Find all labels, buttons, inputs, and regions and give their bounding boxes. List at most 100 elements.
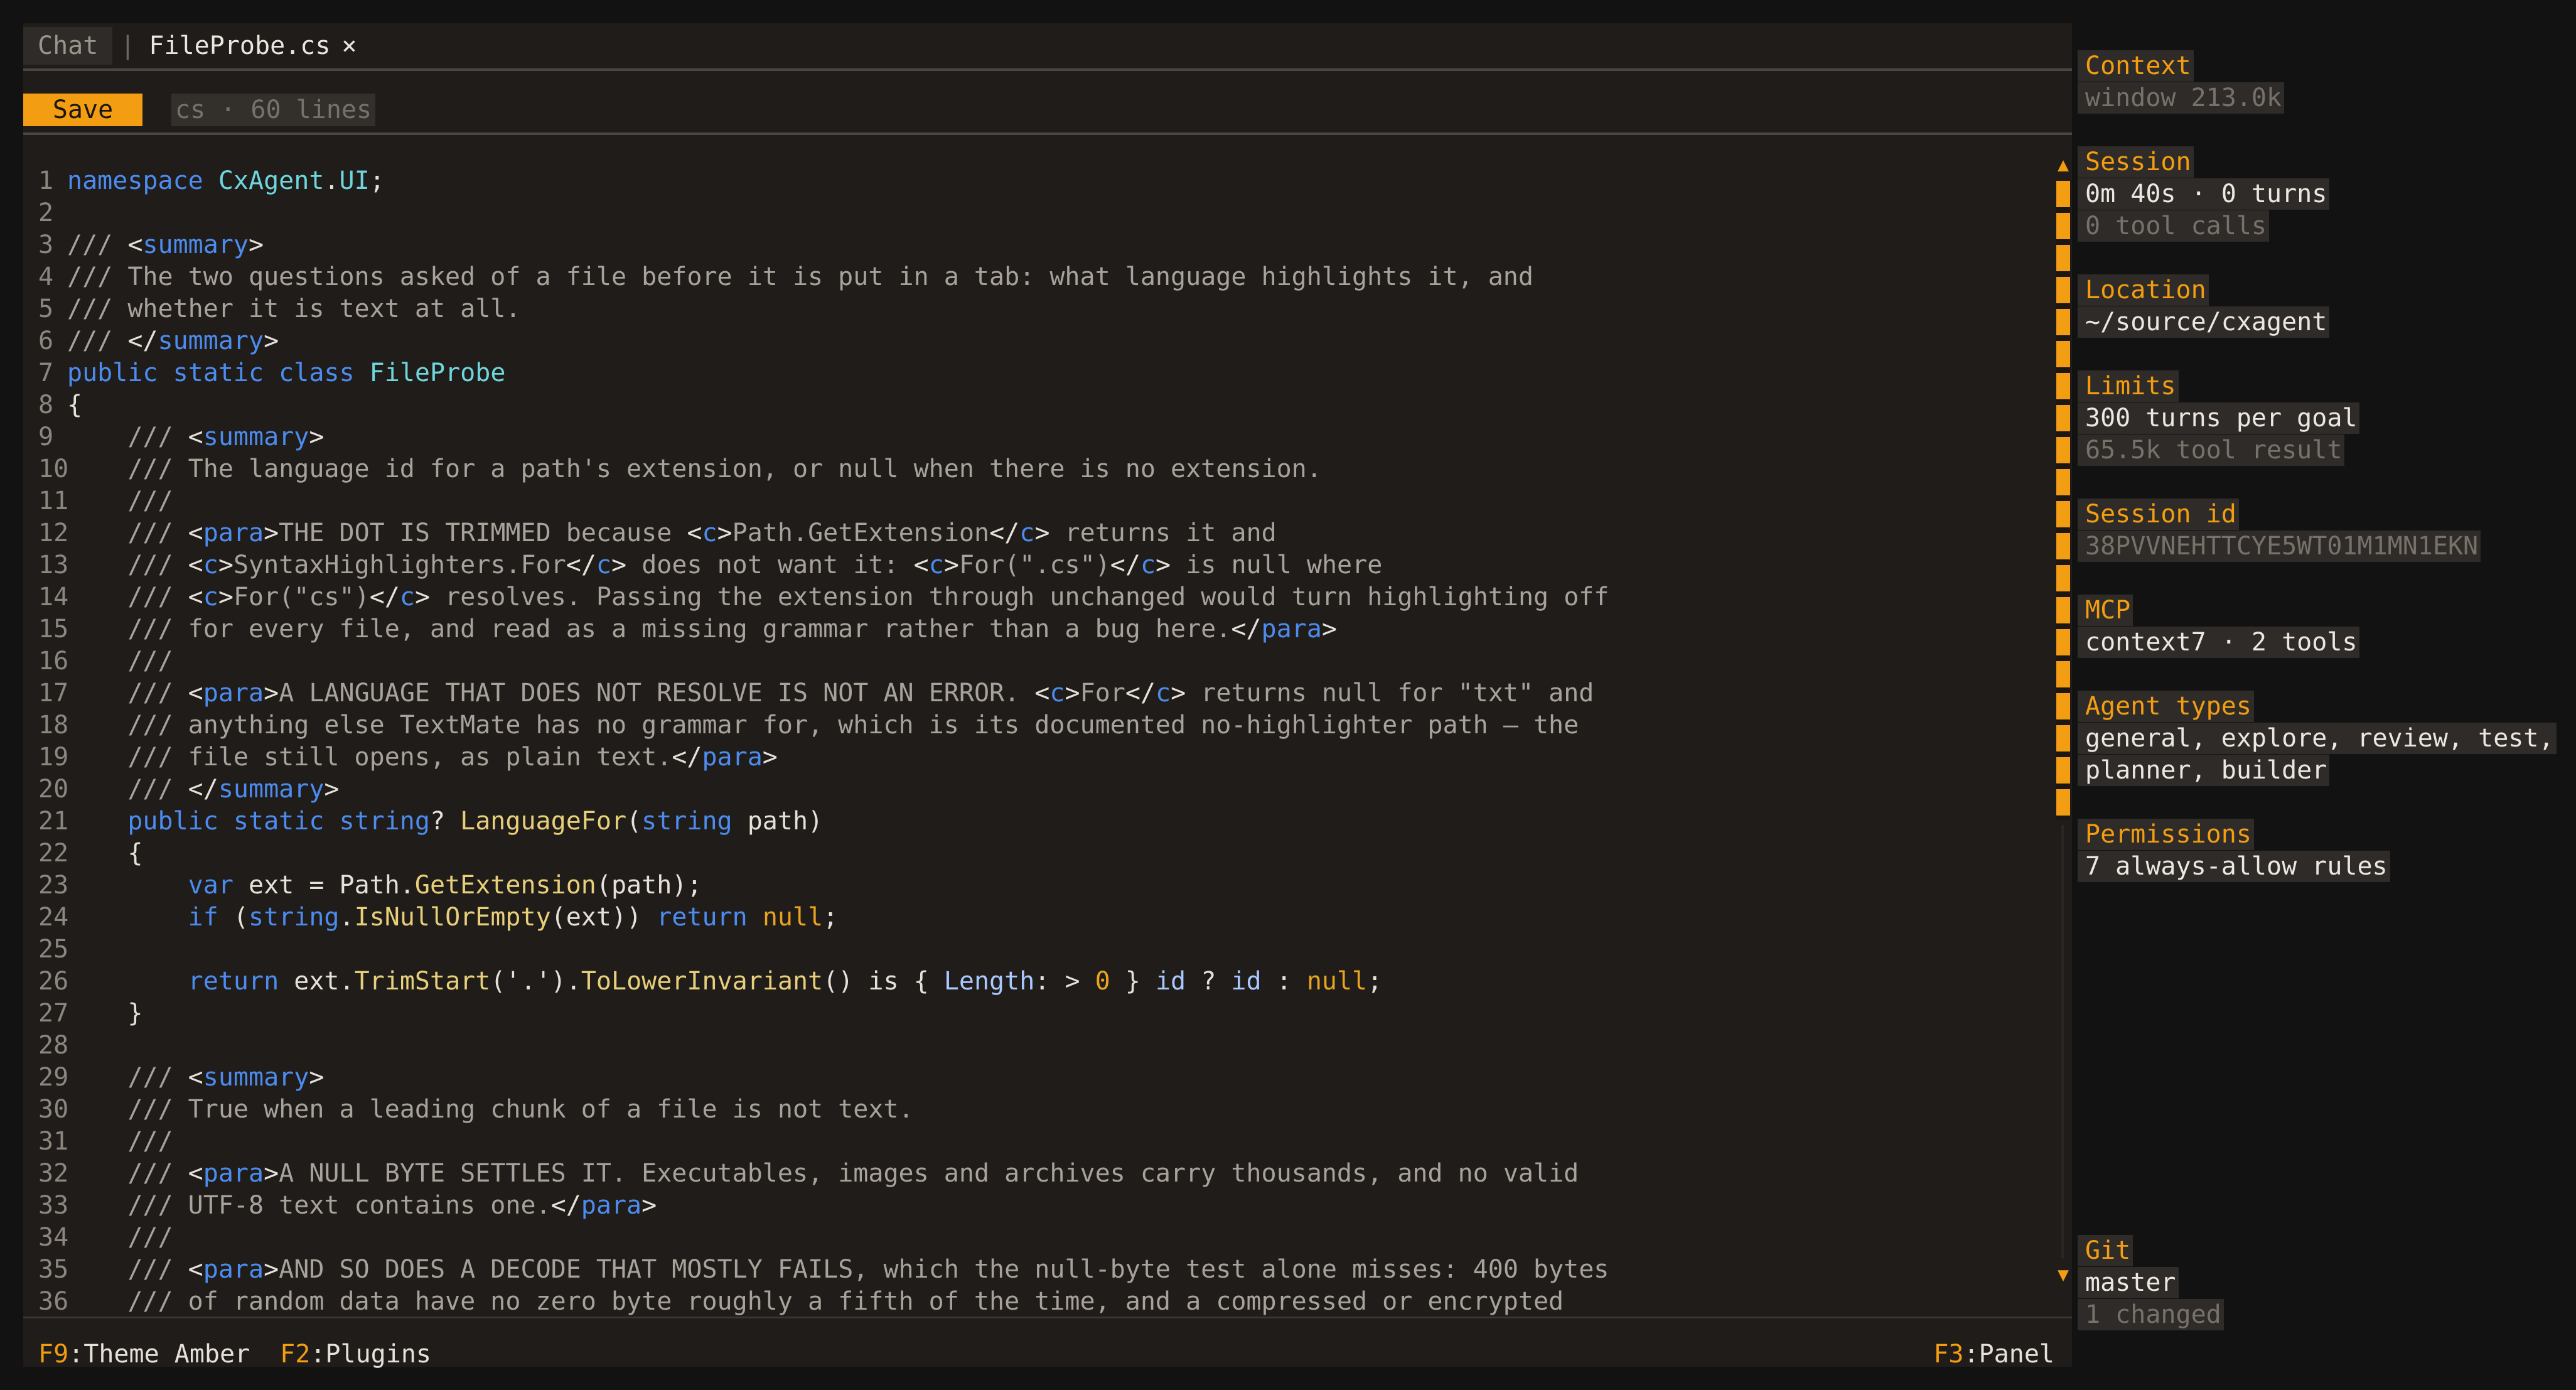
code-line[interactable]: 19 /// file still opens, as plain text.<… [23, 741, 2072, 773]
code-text: /// [127, 1223, 173, 1252]
line-number: 19 [38, 743, 69, 772]
scrollbar-thumb[interactable] [2056, 181, 2070, 820]
code-line[interactable]: 2 [23, 197, 2072, 229]
panel-shortcut[interactable]: F3:Panel [1933, 1342, 2054, 1367]
close-icon[interactable]: × [341, 31, 357, 60]
agent-types-line2: planner, builder [2078, 755, 2330, 786]
code-line[interactable]: 28 [23, 1030, 2072, 1062]
line-number: 32 [38, 1159, 69, 1188]
line-number: 13 [38, 551, 69, 579]
divider [23, 68, 2072, 71]
code-line[interactable]: 5 /// whether it is text at all. [23, 293, 2072, 325]
line-number: 18 [38, 711, 69, 740]
plugins-shortcut[interactable]: F2:Plugins [280, 1340, 431, 1369]
line-number: 10 [38, 455, 69, 483]
line-number: 11 [38, 487, 69, 515]
session-time: 0m 40s · 0 turns [2078, 178, 2330, 210]
git-changed: 1 changed [2078, 1299, 2224, 1330]
code-line[interactable]: 34 /// [23, 1222, 2072, 1254]
permissions-section: Permissions 7 always-allow rules [2078, 819, 2390, 883]
tab-chat[interactable]: Chat [23, 27, 113, 65]
line-number: 28 [38, 1031, 69, 1060]
code-text: var ext = Path.GetExtension(path); [188, 871, 702, 900]
code-text: namespace CxAgent.UI; [67, 166, 385, 195]
line-number: 22 [38, 839, 69, 868]
code-text: /// file still opens, as plain text.</pa… [127, 743, 778, 772]
code-line[interactable]: 26 return ext.TrimStart('.').ToLowerInva… [23, 966, 2072, 998]
code-line[interactable]: 29 /// <summary> [23, 1062, 2072, 1094]
code-line[interactable]: 1 namespace CxAgent.UI; [23, 165, 2072, 197]
code-line[interactable]: 6 /// </summary> [23, 325, 2072, 357]
code-line[interactable]: 35 /// <para>AND SO DOES A DECODE THAT M… [23, 1254, 2072, 1286]
location-section: Location ~/source/cxagent [2078, 274, 2330, 338]
scrollbar[interactable]: ▲ ▼ [2056, 153, 2070, 1290]
line-number: 20 [38, 775, 69, 804]
permissions-value: 7 always-allow rules [2078, 851, 2390, 882]
code-line[interactable]: 17 /// <para>A LANGUAGE THAT DOES NOT RE… [23, 677, 2072, 709]
code-line[interactable]: 4 /// The two questions asked of a file b… [23, 261, 2072, 293]
code-line[interactable]: 9 /// <summary> [23, 421, 2072, 453]
code-line[interactable]: 32 /// <para>A NULL BYTE SETTLES IT. Exe… [23, 1158, 2072, 1190]
code-line[interactable]: 21 public static string? LanguageFor(str… [23, 805, 2072, 838]
code-line[interactable]: 15 /// for every file, and read as a mis… [23, 613, 2072, 645]
code-line[interactable]: 24 if (string.IsNullOrEmpty(ext)) return… [23, 902, 2072, 934]
save-button[interactable]: Save [23, 94, 142, 126]
session-id-section: Session id 38PVVNEHTTCYE5WT01M1MN1EKN [2078, 498, 2481, 563]
line-number: 27 [38, 999, 69, 1028]
code-line[interactable]: 27 } [23, 998, 2072, 1030]
context-window: window 213.0k [2078, 82, 2285, 114]
code-line[interactable]: 30 /// True when a leading chunk of a fi… [23, 1094, 2072, 1126]
line-number: 25 [38, 935, 69, 964]
code-line[interactable]: 31 /// [23, 1126, 2072, 1158]
code-line[interactable]: 10 /// The language id for a path's exte… [23, 453, 2072, 485]
code-editor[interactable]: 1 namespace CxAgent.UI; 2 3/// <summary> 4//… [23, 165, 2072, 1343]
line-number: 33 [38, 1191, 69, 1220]
code-text: public static class FileProbe [67, 358, 506, 387]
code-line[interactable]: 16 /// [23, 645, 2072, 677]
git-title: Git [2078, 1235, 2133, 1266]
mcp-value: context7 · 2 tools [2078, 627, 2360, 658]
code-line[interactable]: 13 /// <c>SyntaxHighlighters.For</c> doe… [23, 549, 2072, 581]
location-path: ~/source/cxagent [2078, 306, 2330, 338]
permissions-title: Permissions [2078, 819, 2254, 850]
line-number: 35 [38, 1255, 69, 1284]
code-line[interactable]: 33 /// UTF-8 text contains one.</para> [23, 1190, 2072, 1222]
tab-fileprobe[interactable]: FileProbe.cs × [141, 31, 364, 60]
code-text: /// The two questions asked of a file be… [67, 262, 1533, 291]
context-title: Context [2078, 50, 2194, 82]
line-number: 15 [38, 615, 69, 644]
agent-types-line1: general, explore, review, test, [2078, 723, 2557, 754]
git-branch: master [2078, 1267, 2179, 1298]
code-line[interactable]: 23 var ext = Path.GetExtension(path); [23, 870, 2072, 902]
code-text: if (string.IsNullOrEmpty(ext)) return nu… [188, 903, 839, 932]
code-text: } [67, 999, 143, 1028]
line-number: 8 [38, 391, 54, 419]
line-number: 29 [38, 1063, 69, 1092]
code-text: /// for every file, and read as a missin… [127, 615, 1337, 644]
divider [23, 1317, 2072, 1318]
code-line[interactable]: 8{ [23, 389, 2072, 421]
status-bar: F9:Theme Amber F2:Plugins F3:Panel [23, 1342, 2072, 1367]
session-id-value: 38PVVNEHTTCYE5WT01M1MN1EKN [2078, 531, 2481, 562]
code-text: /// anything else TextMate has no gramma… [127, 711, 1579, 740]
scroll-down-icon[interactable]: ▼ [2056, 1266, 2070, 1285]
code-line[interactable]: 20 /// </summary> [23, 773, 2072, 805]
code-text: /// </summary> [67, 326, 279, 355]
code-line[interactable]: 14 /// <c>For("cs")</c> resolves. Passin… [23, 581, 2072, 613]
code-line[interactable]: 36 /// of random data have no zero byte … [23, 1286, 2072, 1318]
code-line[interactable]: 25 [23, 934, 2072, 966]
line-number: 9 [38, 423, 54, 451]
theme-shortcut[interactable]: F9:Theme Amber [38, 1340, 250, 1369]
mcp-title: MCP [2078, 595, 2133, 626]
code-line[interactable]: 7 public static class FileProbe [23, 357, 2072, 389]
line-number: 14 [38, 583, 69, 611]
code-line[interactable]: 22 { [23, 838, 2072, 870]
code-line[interactable]: 12 /// <para>THE DOT IS TRIMMED because … [23, 517, 2072, 549]
code-text: /// of random data have no zero byte rou… [127, 1287, 1564, 1316]
scroll-up-icon[interactable]: ▲ [2056, 156, 2070, 175]
session-section: Session 0m 40s · 0 turns 0 tool calls [2078, 146, 2330, 242]
location-title: Location [2078, 274, 2209, 306]
code-line[interactable]: 3 /// <summary> [23, 229, 2072, 261]
code-line[interactable]: 11 /// [23, 485, 2072, 517]
code-line[interactable]: 18 /// anything else TextMate has no gra… [23, 709, 2072, 741]
